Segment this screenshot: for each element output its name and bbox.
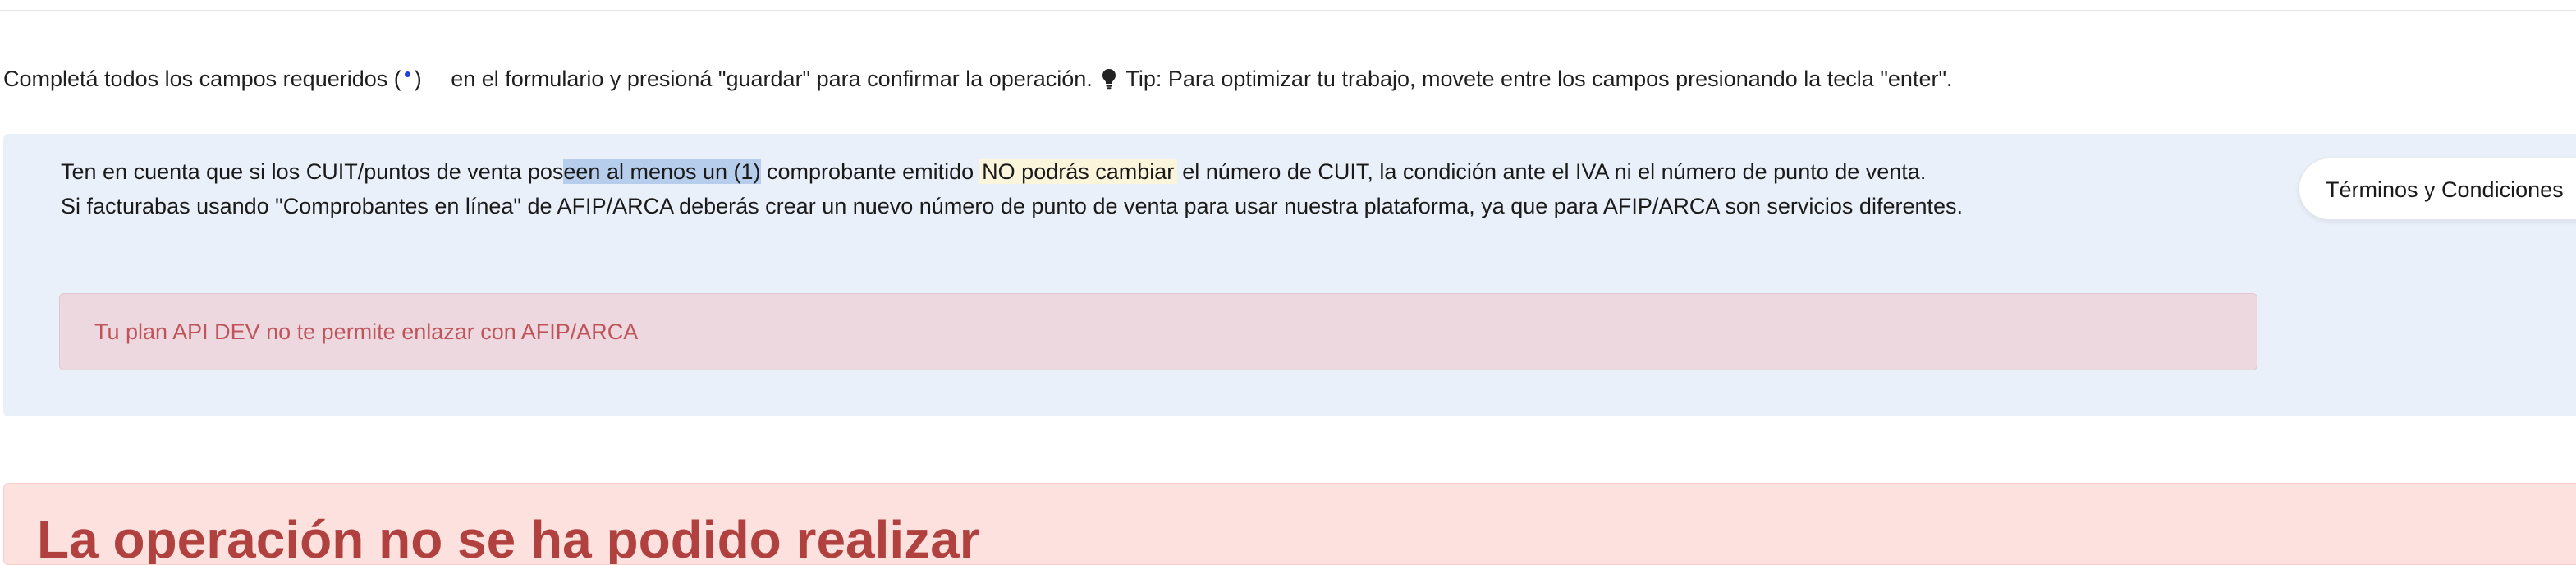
top-divider — [0, 10, 2576, 11]
info-text: el número de CUIT, la condición ante el … — [1182, 159, 1927, 184]
instructions-paren-close: ) — [414, 67, 422, 91]
info-text: comprobante emitido — [760, 159, 974, 184]
terms-and-conditions-button[interactable]: Términos y Condiciones — [2299, 158, 2576, 220]
required-marker-icon — [401, 70, 415, 86]
highlighted-warning: NO podrás cambiar — [979, 159, 1178, 184]
lightbulb-icon — [1102, 66, 1116, 99]
plan-alert-message: Tu plan API DEV no te permite enlazar co… — [94, 319, 639, 344]
tip-text: Tip: Para optimizar tu trabajo, movete e… — [1125, 67, 1953, 91]
form-instructions: Completá todos los campos requeridos () … — [3, 62, 1953, 99]
info-line-afip: Si facturabas usando "Comprobantes en lí… — [61, 194, 1964, 218]
info-text: Ten en cuenta que si los CUIT/puntos de … — [61, 159, 564, 184]
instructions-text-start: Completá todos los campos requeridos ( — [3, 67, 401, 91]
info-panel: Ten en cuenta que si los CUIT/puntos de … — [3, 134, 2576, 416]
plan-alert: Tu plan API DEV no te permite enlazar co… — [59, 293, 2257, 370]
instructions-text-end: en el formulario y presioná "guardar" pa… — [451, 67, 1093, 91]
error-panel: La operación no se ha podido realizar — [3, 483, 2576, 565]
selected-text: een al menos un (1) — [563, 159, 761, 184]
info-line-cuit-warning: Ten en cuenta que si los CUIT/puntos de … — [61, 155, 1926, 188]
error-title: La operación no se ha podido realizar — [37, 510, 980, 565]
